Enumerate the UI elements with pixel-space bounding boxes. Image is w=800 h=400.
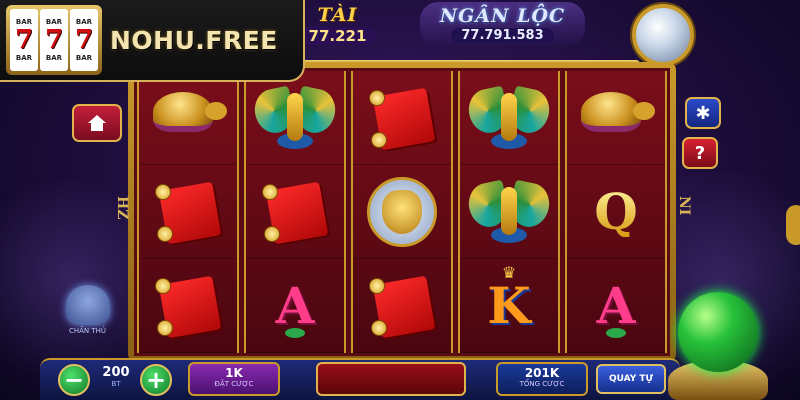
win-value: 201K	[524, 366, 560, 380]
help-button[interactable]: ?	[682, 137, 718, 169]
jackpot-left-title: TÀI	[317, 3, 358, 26]
reel-column: ♛ K	[458, 71, 560, 353]
logo-reel: BAR 7 BAR	[10, 9, 38, 71]
spin-button[interactable]	[678, 292, 758, 372]
auto-spin-button[interactable]: QUAY TỰ	[596, 364, 666, 394]
logo-digit: 7	[74, 25, 94, 55]
reel-cell	[246, 71, 344, 165]
leaf-icon	[606, 328, 626, 338]
leaf-icon	[285, 328, 305, 338]
logo-digit: 7	[14, 25, 34, 55]
reel-column	[351, 71, 453, 353]
red-envelope-symbol	[369, 275, 436, 338]
site-logo: BAR 7 BAR BAR 7 BAR BAR 7 BAR NOHU.FREE	[0, 0, 305, 82]
reel-column: A	[244, 71, 346, 353]
red-envelope-symbol	[155, 181, 222, 244]
reel-cell: ♛ K	[460, 259, 558, 353]
logo-digit: 7	[44, 25, 64, 55]
red-envelope-symbol	[262, 181, 329, 244]
crown-icon: ♛	[501, 263, 517, 282]
question-icon: ?	[694, 142, 706, 164]
bet-value: 200	[102, 365, 130, 380]
win-panel: 201K TỔNG CƯỢC	[496, 362, 588, 396]
right-edge-tab[interactable]	[786, 205, 800, 245]
home-icon	[88, 115, 106, 131]
gear-icon: ✱	[695, 102, 711, 124]
jackpot-left-value: 77.221	[298, 26, 377, 45]
logo-reel: BAR 7 BAR	[40, 9, 68, 71]
right-side-glyph: NI	[676, 196, 692, 216]
settings-button[interactable]: ✱	[685, 97, 721, 129]
statue-button[interactable]: CHẤN THỦ	[55, 285, 120, 340]
left-side-glyph: HZ	[114, 196, 130, 220]
bet-display: 200 BT	[95, 365, 137, 388]
logo-reel-tag: BAR	[45, 54, 63, 62]
center-panel	[316, 362, 466, 396]
jackpot-middle: NGÂN LỘC 77.791.583	[420, 2, 585, 46]
total-bet-value: 1K	[225, 366, 243, 380]
phoenix-symbol	[250, 81, 340, 155]
slot-machine-icon: BAR 7 BAR BAR 7 BAR BAR 7 BAR	[6, 5, 102, 75]
reel-cell	[353, 165, 451, 259]
reel-column: QA	[565, 71, 667, 353]
total-bet-panel[interactable]: 1K ĐẶT CƯỢC	[188, 362, 280, 396]
letter-k-symbol: K	[487, 275, 531, 335]
reel-cell	[567, 71, 665, 165]
reels-grid: A ♛ K Q A	[134, 68, 670, 356]
letter-q-symbol: Q	[594, 181, 638, 241]
pearl-ornament	[632, 4, 694, 66]
reel-cell	[353, 71, 451, 165]
logo-reel-tag: BAR	[15, 54, 33, 62]
bet-increase-button[interactable]: +	[140, 364, 172, 396]
dragon-coin-symbol	[367, 176, 437, 247]
home-button[interactable]	[72, 104, 122, 142]
reel-cell	[246, 165, 344, 259]
phoenix-symbol	[464, 81, 554, 155]
reel-cell: A	[246, 259, 344, 353]
logo-reel: BAR 7 BAR	[70, 9, 98, 71]
reel-cell	[353, 259, 451, 353]
red-envelope-symbol	[369, 87, 436, 150]
golden-turtle-symbol	[147, 88, 229, 148]
golden-turtle-symbol	[575, 88, 657, 148]
reel-cell	[139, 259, 237, 353]
bet-sub-label: BT	[111, 380, 121, 388]
letter-a-symbol: A	[596, 275, 636, 335]
reel-cell: A	[567, 259, 665, 353]
statue-label: CHẤN THỦ	[68, 327, 107, 335]
jackpot-middle-value: 77.791.583	[451, 28, 554, 43]
red-envelope-symbol	[155, 275, 222, 338]
reel-frame: A ♛ K Q A	[128, 62, 676, 362]
reel-cell	[139, 71, 237, 165]
win-label: TỔNG CƯỢC	[519, 380, 565, 388]
reel-column	[137, 71, 239, 353]
phoenix-symbol	[464, 175, 554, 249]
slot-game-screen: TÀI 77.221 NGÂN LỘC 77.791.583 A ♛ K Q A HZ …	[0, 0, 800, 400]
reel-cell	[460, 165, 558, 259]
jackpot-middle-title: NGÂN LỘC	[439, 5, 566, 27]
statue-icon	[65, 285, 110, 325]
reel-cell	[139, 165, 237, 259]
reel-cell	[460, 71, 558, 165]
letter-a-symbol: A	[275, 275, 315, 335]
logo-text: NOHU.FREE	[110, 25, 278, 55]
total-bet-label: ĐẶT CƯỢC	[214, 380, 254, 388]
reel-cell: Q	[567, 165, 665, 259]
logo-reel-tag: BAR	[75, 54, 93, 62]
bet-decrease-button[interactable]: −	[58, 364, 90, 396]
